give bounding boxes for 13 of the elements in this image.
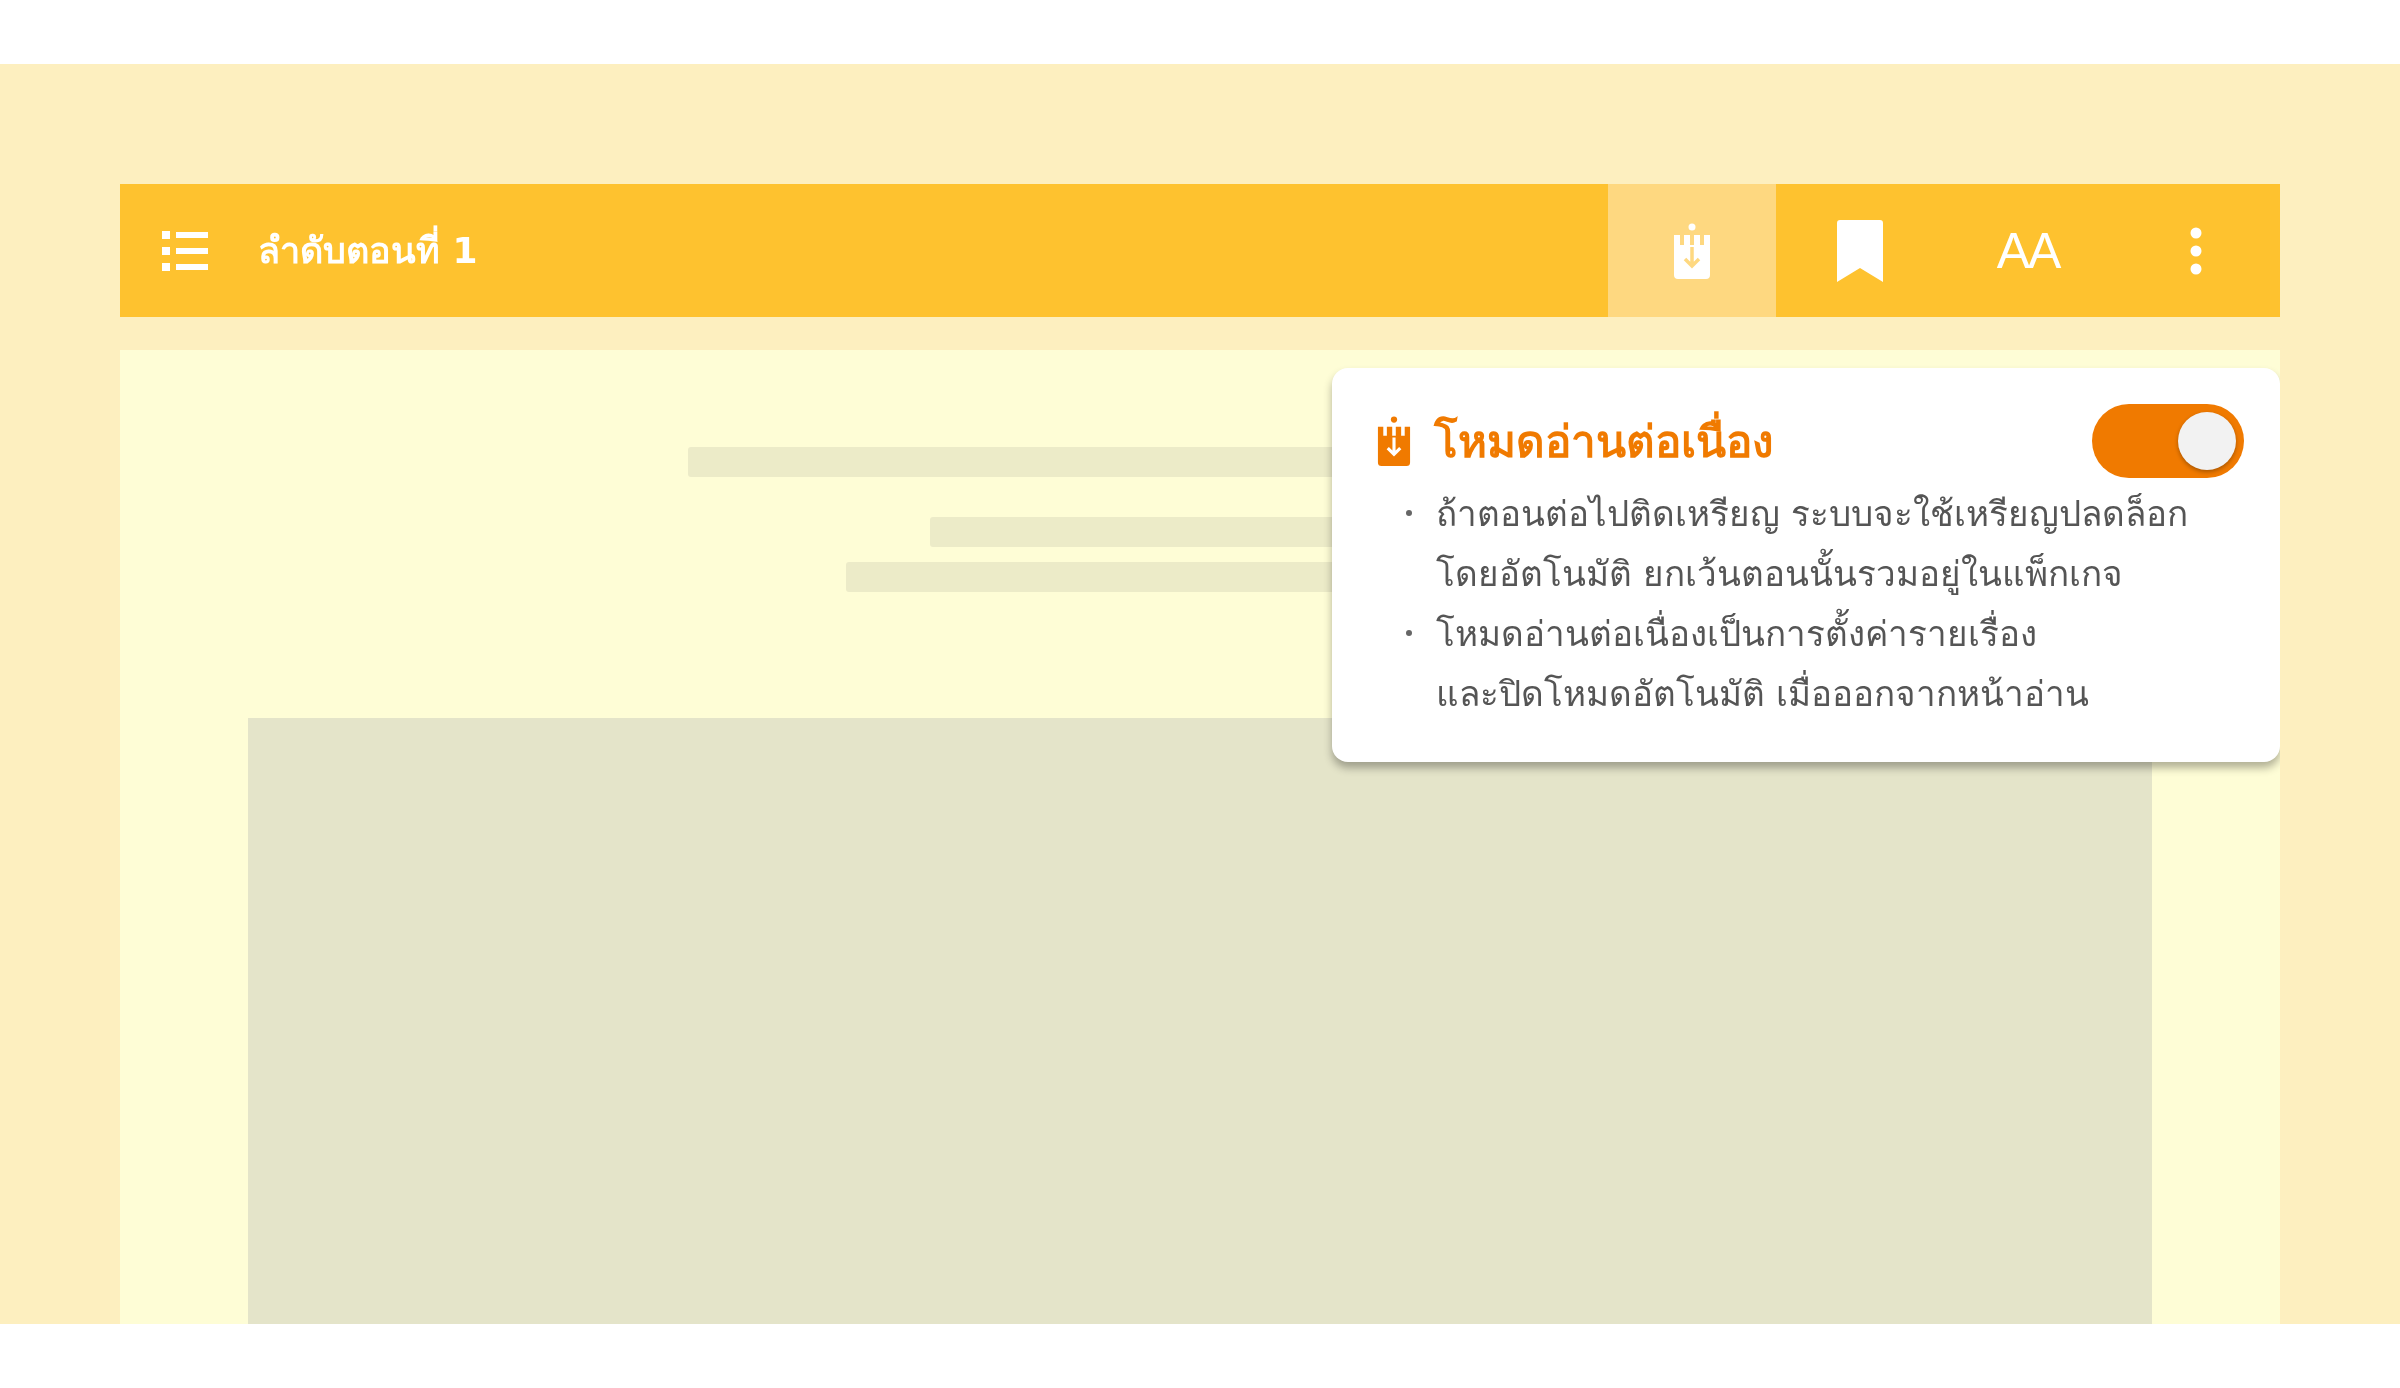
auto-read-icon [1376,416,1412,466]
bookmark-icon [1837,219,1883,282]
auto-read-icon [1674,222,1710,279]
bullet-text: ถ้าตอนต่อไปติดเหรียญ ระบบจะใช้เหรียญปลดล็อก โดยอัตโนมัติ ยกเว้นตอนนั้นรวมอยู่ในแพ็กเกจ [1436,492,2190,597]
auto-read-button[interactable] [1608,184,1776,317]
chapter-title: ลำดับตอนที่ 1 [258,222,478,279]
bullet-icon [1406,510,1412,516]
popup-title: โหมดอ่านต่อเนื่อง [1434,406,1773,476]
bullet-icon [1406,630,1412,636]
more-icon [2190,226,2202,275]
font-size-button[interactable]: AA [1944,184,2112,317]
list-icon[interactable] [162,230,208,271]
bullet-text: โหมดอ่านต่อเนื่องเป็นการตั้งค่ารายเรื่อง และปิดโหมดอัตโนมัติ เมื่อออกจากหน้าอ่าน [1436,604,2236,724]
